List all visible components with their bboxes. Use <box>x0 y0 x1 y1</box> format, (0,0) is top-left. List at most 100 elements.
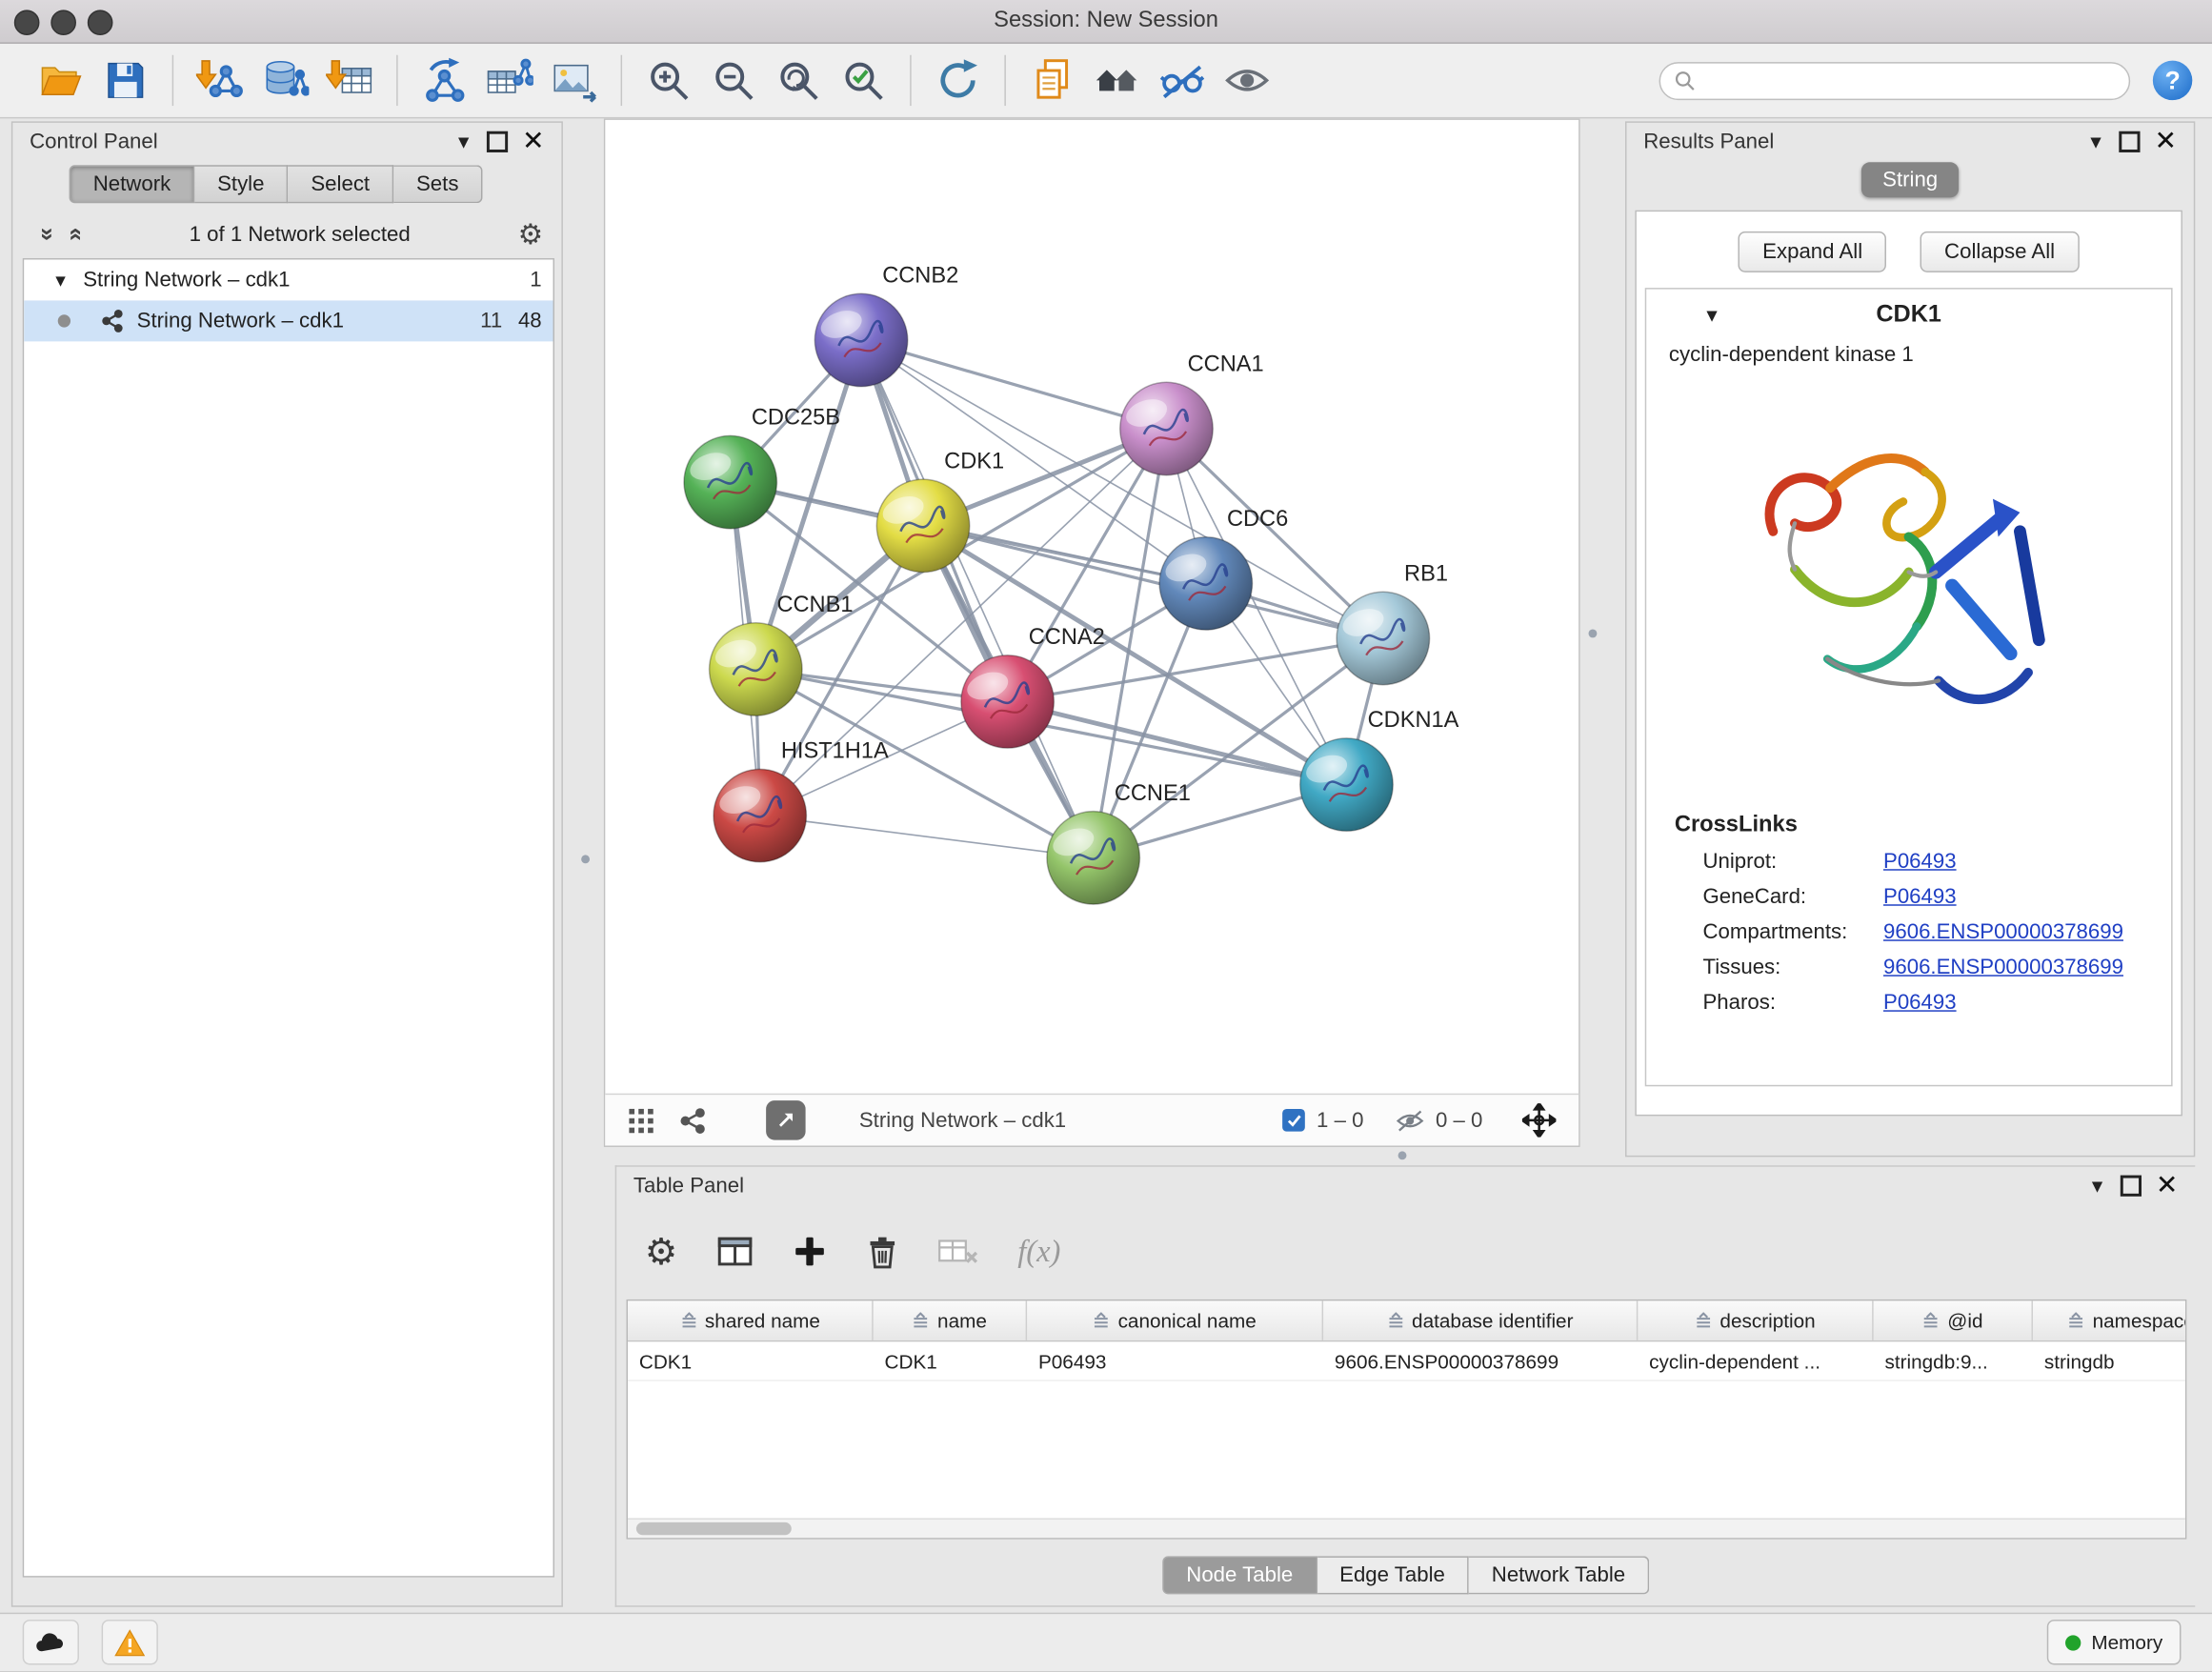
node-CDC6[interactable] <box>1159 537 1252 630</box>
import-network-database-button[interactable] <box>252 50 317 111</box>
column-header-name[interactable]: name <box>874 1300 1027 1340</box>
selected-checkbox[interactable] <box>1283 1109 1306 1132</box>
crosslink-link[interactable]: P06493 <box>1883 885 1957 909</box>
network-row[interactable]: String Network – cdk1 11 48 <box>24 300 553 341</box>
import-table-button[interactable] <box>317 50 382 111</box>
edge-CCNA2-CDKN1A[interactable] <box>1008 701 1347 784</box>
panel-close-icon[interactable]: ✕ <box>522 128 545 154</box>
crosslink-link[interactable]: 9606.ENSP00000378699 <box>1883 920 2123 944</box>
new-network-table-button[interactable] <box>477 50 542 111</box>
zoom-window-button[interactable] <box>88 10 113 35</box>
expand-all-button[interactable]: Expand All <box>1739 232 1886 272</box>
table-cell[interactable]: CDK1 <box>628 1341 874 1380</box>
table-cell[interactable]: 9606.ENSP00000378699 <box>1323 1341 1638 1380</box>
panel-float-icon[interactable] <box>487 131 508 151</box>
warnings-button[interactable] <box>102 1620 158 1664</box>
share-view-icon[interactable] <box>680 1107 707 1134</box>
new-network-button[interactable] <box>412 50 476 111</box>
cloud-button[interactable] <box>23 1620 79 1664</box>
table-cell[interactable]: stringdb:9... <box>1874 1341 2033 1380</box>
help-button[interactable]: ? <box>2153 61 2192 100</box>
edge-CCNB2-CCNE1[interactable] <box>861 340 1094 857</box>
expand-all-icon[interactable]: » <box>61 228 90 241</box>
node-RB1[interactable] <box>1337 592 1429 684</box>
show-hide-panel-button[interactable] <box>1150 50 1215 111</box>
close-window-button[interactable] <box>14 10 40 35</box>
panel-float-icon[interactable] <box>2119 131 2140 151</box>
column-header-description[interactable]: description <box>1638 1300 1873 1340</box>
node-CDK1[interactable] <box>876 479 969 572</box>
copy-button[interactable] <box>1020 50 1085 111</box>
memory-button[interactable]: Memory <box>2047 1620 2181 1664</box>
birds-eye-toggle-button[interactable] <box>766 1100 805 1139</box>
scrollbar-thumb[interactable] <box>636 1522 792 1535</box>
node-CDC25B[interactable] <box>684 435 776 528</box>
delete-column-trash-icon[interactable] <box>867 1234 899 1269</box>
toolbar-search[interactable] <box>1659 61 2131 99</box>
network-options-gear-icon[interactable]: ⚙ <box>518 216 544 252</box>
node-HIST1H1A[interactable] <box>714 769 806 861</box>
save-session-button[interactable] <box>93 50 158 111</box>
tab-edge-table[interactable]: Edge Table <box>1317 1556 1469 1594</box>
table-options-gear-icon[interactable]: ⚙ <box>645 1230 678 1274</box>
zoom-selected-button[interactable] <box>831 50 895 111</box>
import-network-file-button[interactable] <box>188 50 252 111</box>
tab-node-table[interactable]: Node Table <box>1162 1556 1317 1594</box>
tab-select[interactable]: Select <box>289 165 394 203</box>
column-header-shared-name[interactable]: shared name <box>628 1300 874 1340</box>
panel-menu-icon[interactable]: ▼ <box>2087 131 2105 151</box>
panel-float-icon[interactable] <box>2121 1175 2142 1196</box>
tab-network-table[interactable]: Network Table <box>1469 1556 1649 1594</box>
column-header-namespace[interactable]: namespace <box>2033 1300 2186 1340</box>
zoom-out-button[interactable] <box>701 50 766 111</box>
table-cell[interactable]: P06493 <box>1027 1341 1323 1380</box>
column-header-id[interactable]: @id <box>1874 1300 2033 1340</box>
horizontal-splitter-handle[interactable] <box>1398 1151 1407 1159</box>
table-horizontal-scrollbar[interactable] <box>628 1518 2185 1538</box>
panel-menu-icon[interactable]: ▼ <box>2088 1175 2106 1196</box>
network-canvas[interactable]: CCNB2CCNA1CDC25BCDK1CDC6RB1CCNB1CCNA2CDK… <box>605 120 1579 1094</box>
add-column-icon[interactable] <box>794 1235 828 1269</box>
vertical-splitter-handle-right[interactable] <box>1588 629 1597 637</box>
tab-style[interactable]: Style <box>194 165 288 203</box>
panel-close-icon[interactable]: ✕ <box>2154 128 2177 154</box>
crosslink-link[interactable]: P06493 <box>1883 850 1957 874</box>
collapse-all-button[interactable]: Collapse All <box>1920 232 2079 272</box>
edge-CCNB2-CCNA1[interactable] <box>861 340 1166 429</box>
panel-menu-icon[interactable]: ▼ <box>454 131 473 151</box>
zoom-in-button[interactable] <box>636 50 701 111</box>
export-image-button[interactable] <box>542 50 607 111</box>
node-CCNA1[interactable] <box>1120 382 1213 474</box>
crosshair-move-icon[interactable] <box>1522 1103 1557 1138</box>
node-CCNB1[interactable] <box>710 623 802 715</box>
node-CCNB2[interactable] <box>814 293 907 386</box>
table-row[interactable]: CDK1CDK1P064939606.ENSP00000378699cyclin… <box>628 1341 2185 1380</box>
tab-sets[interactable]: Sets <box>393 165 482 203</box>
column-header-canonical-name[interactable]: canonical name <box>1027 1300 1323 1340</box>
table-cell[interactable]: stringdb <box>2033 1341 2186 1380</box>
table-cell[interactable]: CDK1 <box>874 1341 1027 1380</box>
crosslink-link[interactable]: P06493 <box>1883 991 1957 1015</box>
disclosure-triangle-icon[interactable]: ▼ <box>52 271 70 291</box>
tab-network[interactable]: Network <box>70 165 195 203</box>
node-CCNA2[interactable] <box>961 655 1054 748</box>
node-CCNE1[interactable] <box>1047 812 1139 904</box>
network-collection-row[interactable]: ▼ String Network – cdk1 1 <box>24 259 553 300</box>
vertical-splitter-handle-left[interactable] <box>581 855 590 863</box>
toolbar-search-input[interactable] <box>1704 68 2115 93</box>
edge-CDK1-RB1[interactable] <box>923 526 1383 638</box>
minimize-window-button[interactable] <box>50 10 76 35</box>
eye-button[interactable] <box>1215 50 1279 111</box>
gene-entry-header[interactable]: ▼ CDK1 <box>1646 290 2171 340</box>
edge-CCNE1-HIST1H1A[interactable] <box>760 816 1094 857</box>
refresh-view-button[interactable] <box>925 50 990 111</box>
home-button[interactable] <box>1085 50 1150 111</box>
tab-string[interactable]: String <box>1861 162 1959 197</box>
entry-disclosure-icon[interactable]: ▼ <box>1702 304 1720 325</box>
column-header-database-identifier[interactable]: database identifier <box>1323 1300 1638 1340</box>
hidden-eye-slash-icon[interactable] <box>1395 1108 1424 1132</box>
grid-icon[interactable] <box>628 1107 654 1134</box>
table-cell[interactable]: cyclin-dependent ... <box>1638 1341 1873 1380</box>
panel-close-icon[interactable]: ✕ <box>2156 1172 2179 1199</box>
collapse-all-icon[interactable]: » <box>33 228 62 241</box>
